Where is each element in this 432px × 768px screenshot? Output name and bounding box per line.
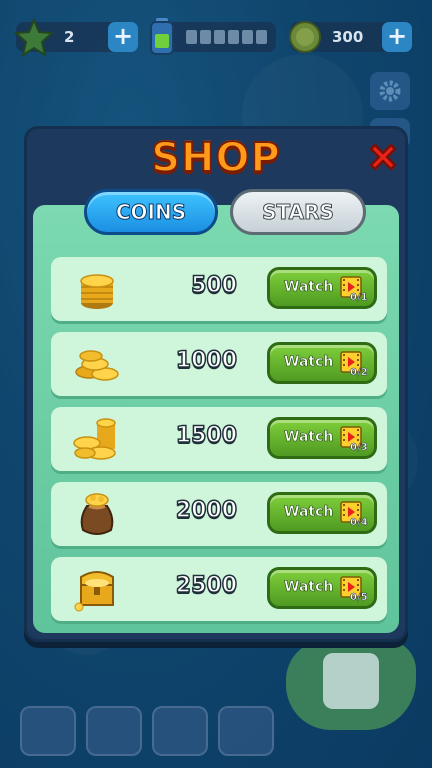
- watch-progress: 0/4: [350, 517, 368, 529]
- map-button[interactable]: [20, 706, 76, 756]
- watch-progress: 0/3: [350, 442, 368, 454]
- coin-icon: [289, 21, 321, 53]
- watch-ad-button[interactable]: Watch 0/3: [267, 417, 377, 459]
- add-stars-button[interactable]: +: [108, 22, 138, 52]
- coin-amount: 1500: [175, 422, 238, 449]
- house-button[interactable]: [86, 706, 142, 756]
- watch-ad-button[interactable]: Watch 0/2: [267, 342, 377, 384]
- energy-pill: [150, 18, 276, 55]
- dice-icon: [323, 653, 379, 709]
- coin-amount: 2500: [175, 572, 238, 599]
- tab-coins[interactable]: COINS: [84, 189, 218, 235]
- watch-ad-button[interactable]: Watch 0/1: [267, 267, 377, 309]
- energy-meter: [150, 18, 276, 55]
- watch-progress: 0/1: [350, 292, 368, 304]
- settings-button[interactable]: [370, 72, 410, 110]
- battery-icon: [150, 18, 174, 55]
- coin-amount: 2000: [175, 497, 238, 524]
- bottom-toolbar: [20, 706, 274, 756]
- shop-row-1500: 1500 Watch 0/3: [51, 407, 387, 471]
- shop-title: SHOP: [150, 134, 281, 182]
- coins-value: 300: [332, 28, 364, 46]
- shop-dialog: SHOP 500 Watch 0/1 1000 Watch 0/2 1500 W…: [24, 126, 408, 642]
- tab-stars[interactable]: STARS: [230, 189, 366, 235]
- add-coins-button[interactable]: +: [382, 22, 412, 52]
- coin-piles-icon: [73, 418, 116, 460]
- watch-ad-button[interactable]: Watch 0/5: [267, 567, 377, 609]
- watch-label: Watch: [284, 354, 334, 371]
- shop-content: 500 Watch 0/1 1000 Watch 0/2 1500 Watch …: [33, 205, 399, 633]
- coin-bag-icon: [80, 493, 114, 535]
- coin-amount: 500: [190, 272, 237, 299]
- shop-row-2500: 2500 Watch 0/5: [51, 557, 387, 621]
- treasure-chest-icon: [74, 571, 114, 612]
- energy-bars: [186, 30, 267, 44]
- watch-label: Watch: [284, 279, 334, 296]
- watch-progress: 0/5: [350, 592, 368, 604]
- close-icon[interactable]: [365, 139, 401, 175]
- shop-row-500: 500 Watch 0/1: [51, 257, 387, 321]
- stars-value: 2: [64, 28, 75, 46]
- coin-amount: 1000: [175, 347, 238, 374]
- cards-button[interactable]: [152, 706, 208, 756]
- coin-pile-icon: [75, 350, 119, 381]
- star-icon: [14, 18, 54, 58]
- stars-counter: 2 +: [14, 18, 138, 58]
- watch-ad-button[interactable]: Watch 0/4: [267, 492, 377, 534]
- shop-row-1000: 1000 Watch 0/2: [51, 332, 387, 396]
- shop-row-2000: 2000 Watch 0/4: [51, 482, 387, 546]
- watch-label: Watch: [284, 579, 334, 596]
- watch-label: Watch: [284, 429, 334, 446]
- gear-icon: [379, 80, 401, 102]
- coin-stack-icon: [80, 274, 114, 309]
- watch-label: Watch: [284, 504, 334, 521]
- watch-progress: 0/2: [350, 367, 368, 379]
- coins-counter: 300 +: [289, 20, 412, 54]
- chest-button[interactable]: [218, 706, 274, 756]
